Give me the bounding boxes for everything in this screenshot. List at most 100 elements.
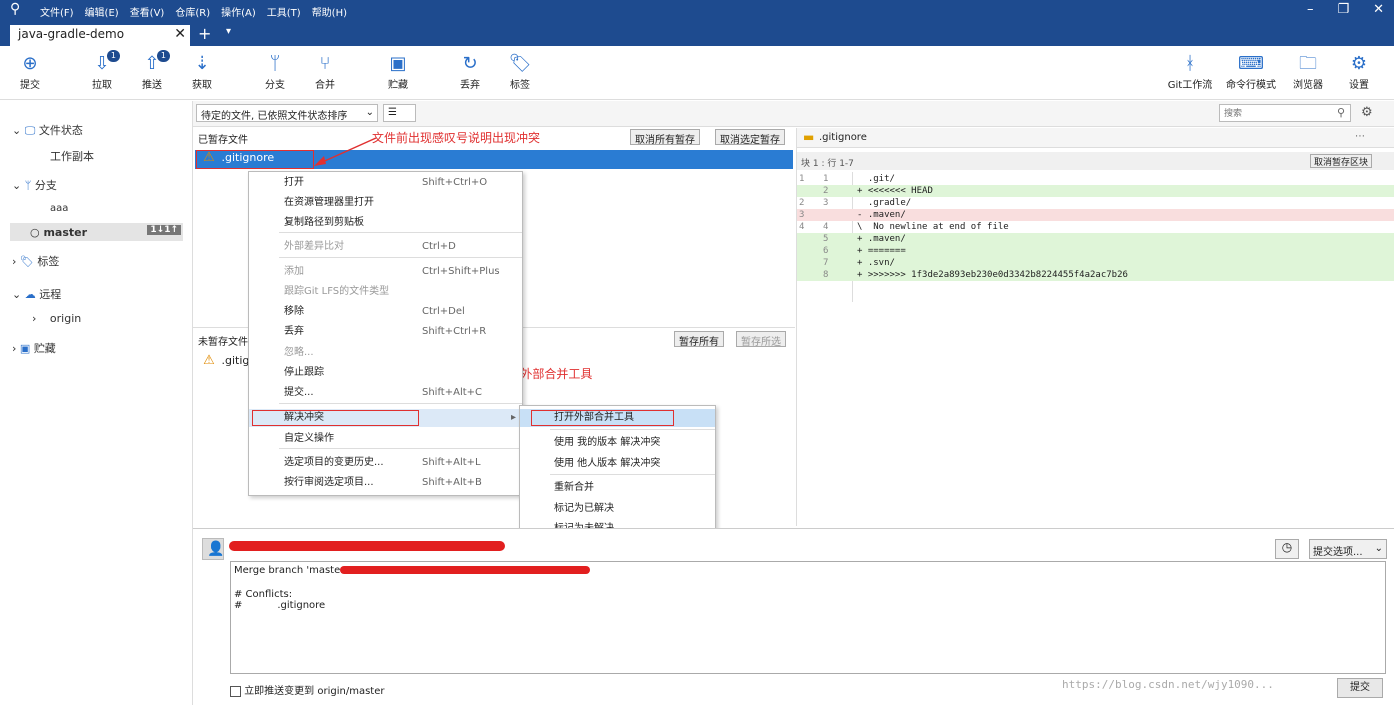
tab-label: java-gradle-demo: [18, 27, 125, 41]
sidebar-item-branch-master[interactable]: ○ master 1↓1↑: [10, 223, 183, 241]
sidebar-item-working-copy[interactable]: 工作副本: [50, 148, 94, 164]
gitflow-button[interactable]: ᚼ Git工作流: [1162, 52, 1218, 91]
menu-file[interactable]: 文件(F): [40, 4, 74, 19]
annotation-arrow-top: [314, 137, 377, 166]
push-immediately-checkbox[interactable]: 立即推送变更到 origin/master: [230, 682, 384, 697]
new-tab-button[interactable]: +: [198, 24, 211, 43]
menu-separator: [279, 448, 522, 449]
submenu-item[interactable]: 重新合并: [520, 479, 715, 497]
fetch-button[interactable]: ⇣ 获取: [180, 52, 224, 91]
context-menu-item[interactable]: 外部差异比对 Ctrl+D: [249, 238, 522, 256]
new-line-number: 2: [823, 186, 829, 196]
new-line-number: 6: [823, 246, 829, 256]
stage-all-button[interactable]: 暂存所有: [674, 331, 724, 348]
line-text: + .svn/: [857, 258, 895, 268]
commit-button[interactable]: ⊕ 提交: [8, 52, 52, 91]
context-menu-item[interactable]: 移除 Ctrl+Del: [249, 303, 522, 321]
new-line-number: 1: [823, 174, 829, 184]
submenu-item[interactable]: 标记为已解决: [520, 500, 715, 518]
unstaged-file-row[interactable]: ⚠ .gitig: [200, 353, 249, 368]
stash-button[interactable]: ▣ 贮藏: [376, 52, 420, 91]
menu-item-label: 丢弃: [284, 326, 304, 337]
file-sort-dropdown[interactable]: 待定的文件, 已依照文件状态排序 ⌄: [196, 104, 378, 122]
new-line-number: 3: [823, 198, 829, 208]
minimize-button[interactable]: –: [1307, 2, 1314, 17]
maximize-button[interactable]: ❐: [1337, 2, 1349, 17]
history-clock-button[interactable]: ◷: [1275, 539, 1299, 559]
sidebar-item-branch-aaa[interactable]: aaa: [50, 203, 68, 214]
pull-button[interactable]: ⇩ 1 拉取: [80, 50, 124, 91]
sidebar-item-file-status[interactable]: ⌄ 🖵 文件状态: [12, 122, 83, 138]
branch-button[interactable]: ᛘ 分支: [253, 52, 297, 91]
commit-message-textarea[interactable]: Merge branch 'master # Conflicts: # .git…: [230, 561, 1386, 674]
menu-repository[interactable]: 仓库(R): [175, 4, 210, 19]
merge-icon: ⑂: [319, 53, 331, 74]
line-text: \ No newline at end of file: [857, 222, 1009, 232]
menu-item-label: 忽略...: [284, 347, 314, 358]
close-window-button[interactable]: ✕: [1373, 2, 1384, 17]
highlight-box-external-merge: [531, 410, 674, 426]
context-menu-item[interactable]: 按行审阅选定项目... Shift+Alt+B: [249, 474, 522, 492]
sidebar-item-remote-origin[interactable]: › origin: [32, 312, 81, 325]
sidebar-item-branches[interactable]: ⌄ ᛘ 分支: [12, 177, 57, 193]
context-menu-item[interactable]: 停止跟踪: [249, 364, 522, 382]
discard-button[interactable]: ↻ 丢弃: [448, 52, 492, 91]
diff-line: 7 + .svn/: [797, 257, 1394, 269]
push-badge: 1: [156, 50, 170, 62]
explorer-button[interactable]: 🗀 浏览器: [1286, 52, 1330, 91]
tab-java-gradle-demo[interactable]: java-gradle-demo ✕: [10, 25, 190, 46]
watermark: https://blog.csdn.net/wjy1090...: [1062, 678, 1274, 691]
menu-view[interactable]: 查看(V): [130, 4, 165, 19]
context-menu-item[interactable]: 自定义操作: [249, 430, 522, 448]
diff-file-header: ▬ .gitignore ⋯: [797, 128, 1394, 148]
stash-icon: ▣: [19, 342, 31, 355]
sidebar-item-tags[interactable]: › 🏷 标签: [12, 253, 59, 269]
view-mode-dropdown[interactable]: ☰: [383, 104, 416, 122]
branch-icon: ᛘ: [24, 179, 32, 192]
context-menu-item[interactable]: 跟踪Git LFS的文件类型: [249, 283, 522, 301]
menu-separator: [279, 403, 522, 404]
context-menu-item[interactable]: 丢弃 Shift+Ctrl+R: [249, 323, 522, 341]
submenu-item[interactable]: 使用 他人版本 解决冲突: [520, 455, 715, 473]
menu-edit[interactable]: 编辑(E): [85, 4, 119, 19]
diff-line: 5 + .maven/: [797, 233, 1394, 245]
settings-dropdown-icon[interactable]: ⚙: [1361, 105, 1373, 120]
line-text: .git/: [857, 174, 895, 184]
tab-close-icon[interactable]: ✕: [174, 26, 186, 42]
submenu-item[interactable]: 使用 我的版本 解决冲突: [520, 434, 715, 452]
commit-options-dropdown[interactable]: 提交选项... ⌄: [1309, 539, 1387, 559]
menu-actions[interactable]: 操作(A): [221, 4, 256, 19]
unstage-hunk-button[interactable]: 取消暂存区块: [1310, 154, 1373, 168]
menu-item-shortcut: ▸: [511, 412, 517, 423]
commit-submit-button[interactable]: 提交: [1337, 678, 1383, 698]
unstage-selected-button[interactable]: 取消选定暂存: [715, 129, 785, 146]
merge-button[interactable]: ⑂ 合并: [303, 52, 347, 91]
context-menu-item[interactable]: 忽略...: [249, 344, 522, 362]
context-menu-item[interactable]: 选定项目的变更历史... Shift+Alt+L: [249, 454, 522, 472]
sidebar-item-stashes[interactable]: › ▣ 贮藏: [12, 340, 56, 356]
settings-button[interactable]: ⚙ 设置: [1337, 52, 1381, 91]
push-button[interactable]: ⇧ 1 推送: [130, 50, 174, 91]
context-menu-item[interactable]: 添加 Ctrl+Shift+Plus: [249, 263, 522, 281]
context-menu-item[interactable]: 在资源管理器里打开: [249, 194, 522, 212]
search-input[interactable]: [1219, 104, 1351, 122]
annotation-conflict-note: 文件前出现感叹号说明出现冲突: [372, 131, 541, 145]
menu-help[interactable]: 帮助(H): [312, 4, 347, 19]
redacted-branch-name: [340, 566, 590, 574]
terminal-button[interactable]: ⌨ 命令行模式: [1222, 52, 1280, 91]
search-icon: ⚲: [1337, 106, 1346, 119]
sidebar-item-remotes[interactable]: ⌄ ☁ 远程: [12, 286, 61, 302]
tab-list-dropdown[interactable]: ▾: [226, 26, 231, 37]
tag-button[interactable]: 🏷 标签: [498, 52, 542, 91]
remote-origin-label: origin: [49, 312, 82, 325]
folder-icon: 🗀: [1299, 53, 1317, 74]
context-menu-item[interactable]: 打开 Shift+Ctrl+O: [249, 174, 522, 192]
context-menu-item[interactable]: 复制路径到剪贴板: [249, 214, 522, 232]
menu-tools[interactable]: 工具(T): [267, 4, 301, 19]
stage-selected-button[interactable]: 暂存所选: [736, 331, 786, 348]
context-menu-item[interactable]: 提交... Shift+Alt+C: [249, 384, 522, 402]
unstage-all-button[interactable]: 取消所有暂存: [630, 129, 700, 146]
tag-icon: 🏷: [19, 255, 34, 268]
more-options-icon[interactable]: ⋯: [1355, 131, 1365, 142]
branches-label: 分支: [34, 179, 57, 192]
